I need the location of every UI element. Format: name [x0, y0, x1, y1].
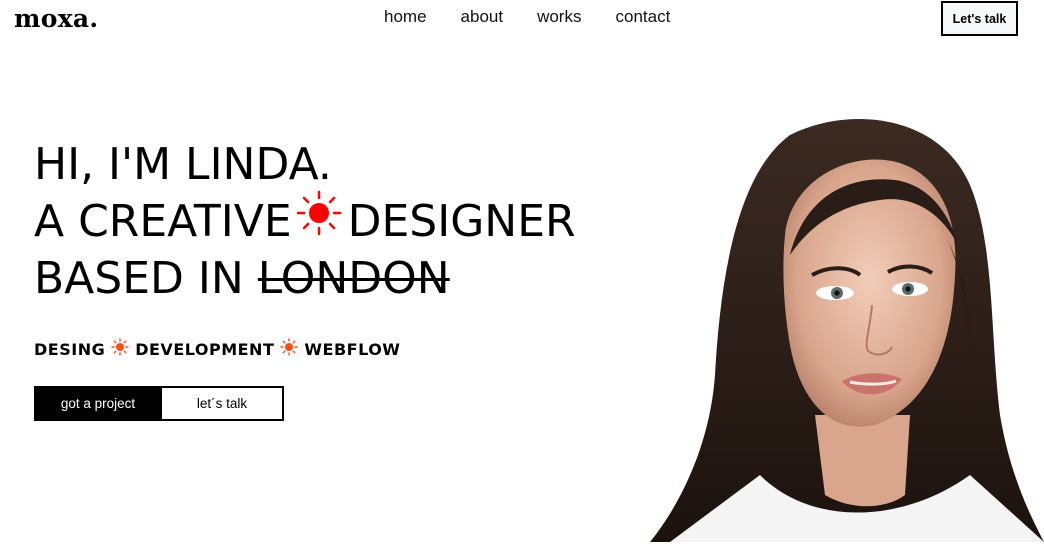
main-nav: home about works contact [384, 7, 670, 27]
brand-logo[interactable]: moxa. [14, 4, 98, 33]
lets-talk-button[interactable]: Let's talk [941, 1, 1018, 36]
sun-icon [280, 338, 299, 360]
skill-design: DESING [34, 339, 106, 359]
sun-icon [296, 190, 342, 250]
sun-icon [111, 338, 129, 360]
hero-cta-group: got a project let´s talk [34, 386, 284, 421]
lets-talk-secondary-button[interactable]: let´s talk [162, 386, 284, 421]
nav-item-works[interactable]: works [537, 7, 581, 27]
headline-line-1: HI, I'M LINDA. [34, 139, 332, 190]
nav-item-contact[interactable]: contact [615, 7, 670, 27]
headline-creative: A CREATIVE [34, 196, 292, 247]
portrait-photo [640, 115, 1044, 543]
got-a-project-button[interactable]: got a project [34, 386, 162, 421]
nav-item-about[interactable]: about [461, 7, 504, 27]
headline-designer: DESIGNER [347, 196, 576, 247]
nav-item-home[interactable]: home [384, 7, 427, 27]
hero-headline: HI, I'M LINDA. A CREATIVE DESIGNER BASED… [34, 136, 646, 311]
headline-based-in: BASED IN [34, 253, 244, 304]
headline-london-struck: LONDON [257, 253, 450, 304]
headline-line-2: A CREATIVE DESIGNER [34, 190, 646, 250]
headline-line-3: BASED IN LONDON [34, 250, 646, 307]
skill-development: DEVELOPMENT [135, 339, 275, 359]
skills-list: DESING DEVELOPMENT WEBFLOW [34, 338, 400, 360]
skill-webflow: WEBFLOW [304, 339, 401, 359]
